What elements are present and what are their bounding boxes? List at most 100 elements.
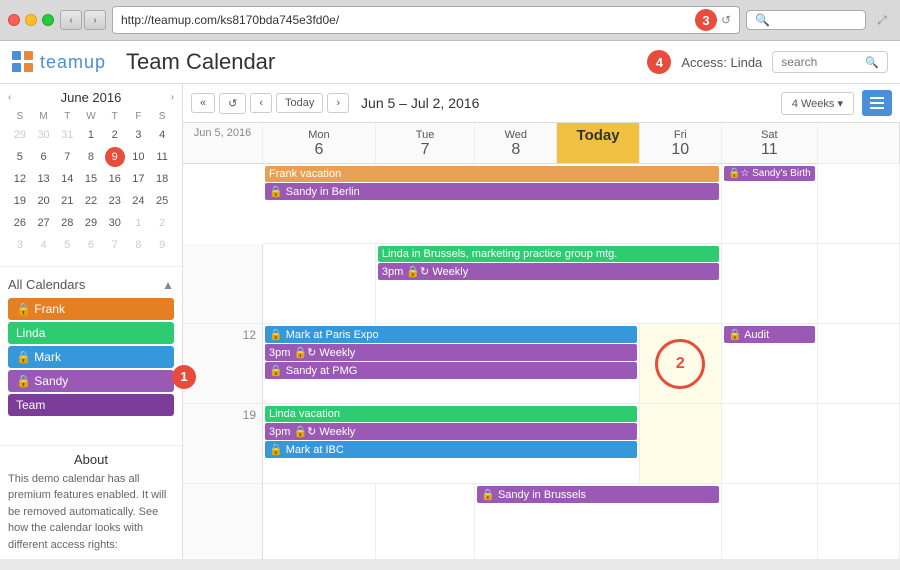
address-bar[interactable]: http://teamup.com/ks8170bda745e3fd0e/ 3 … [112,6,740,34]
day-cell-mon-3b[interactable] [263,484,376,559]
today-button[interactable]: Today [276,93,323,113]
day-cell-mon-3[interactable]: Linda vacation 3pm 🔒↻ Weekly 🔒 Mark at I… [263,404,640,484]
event-weekly-1[interactable]: 3pm 🔒↻ Weekly [378,263,719,280]
mini-cal-day[interactable]: 2 [105,125,125,145]
mini-cal-day[interactable]: 14 [57,169,77,189]
mini-cal-day[interactable]: 5 [57,235,77,255]
mini-cal-day[interactable]: 2 [152,213,172,233]
browser-search[interactable]: 🔍 [746,10,866,30]
fullscreen-button[interactable]: ⤢ [872,10,892,30]
mini-cal-day[interactable]: 21 [57,191,77,211]
nav-refresh-button[interactable]: ↺ [219,93,246,114]
day-cell-today-2[interactable]: 2 [640,324,722,404]
mini-cal-next[interactable]: › [171,92,174,103]
mini-cal-day[interactable]: 8 [128,235,148,255]
day-cell-mon-2[interactable]: 🔒 Mark at Paris Expo 3pm 🔒↻ Weekly 🔒 San… [263,324,640,404]
event-weekly-3[interactable]: 3pm 🔒↻ Weekly [265,423,637,440]
mini-cal-day[interactable]: 13 [34,169,54,189]
mini-cal-day[interactable]: 28 [57,213,77,233]
mini-cal-day[interactable]: 7 [57,147,77,167]
day-cell-tue-1b[interactable]: Linda in Brussels, marketing practice gr… [376,244,722,324]
day-cell-tue-3b[interactable] [376,484,475,559]
calendar-item-frank[interactable]: 🔒 Frank [8,298,174,320]
mini-cal-day[interactable]: 22 [81,191,101,211]
mini-cal-day[interactable]: 12 [10,169,30,189]
mini-cal-prev[interactable]: ‹ [8,92,11,103]
day-cell-wed-3b[interactable]: 🔒 Sandy in Brussels [475,484,722,559]
event-frank-vacation[interactable]: Frank vacation [265,166,719,182]
mini-cal-day[interactable]: 5 [10,147,30,167]
nav-next-button[interactable]: › [327,93,349,113]
mini-cal-day[interactable]: 15 [81,169,101,189]
day-cell-fri-2[interactable]: 🔒 Audit [722,324,818,404]
event-weekly-2[interactable]: 3pm 🔒↻ Weekly [265,344,637,361]
event-linda-vacation[interactable]: Linda vacation [265,406,637,422]
mini-cal-day[interactable]: 29 [81,213,101,233]
nav-prev-prev-button[interactable]: « [191,93,215,113]
day-cell-fri-1b[interactable] [722,244,818,324]
mini-cal-day[interactable]: 17 [128,169,148,189]
search-box[interactable]: 🔍 [772,51,888,73]
back-button[interactable]: ‹ [60,10,82,30]
event-linda-brussels[interactable]: Linda in Brussels, marketing practice gr… [378,246,719,262]
mini-cal-day[interactable]: 24 [128,191,148,211]
event-sandy-berlin[interactable]: 🔒 Sandy in Berlin [265,183,719,200]
mini-cal-day[interactable]: 10 [128,147,148,167]
calendar-item-mark[interactable]: 🔒 Mark [8,346,174,368]
calendar-item-linda[interactable]: Linda [8,322,174,344]
mini-cal-day[interactable]: 26 [10,213,30,233]
day-cell-sat-1b[interactable] [818,244,900,324]
mini-cal-day[interactable]: 3 [128,125,148,145]
day-cell-sat-3[interactable] [818,404,900,484]
mini-cal-day[interactable]: 8 [81,147,101,167]
mini-cal-day[interactable]: 31 [57,125,77,145]
event-sandy-brussels-2[interactable]: 🔒 Sandy in Brussels [477,486,719,503]
mini-cal-day[interactable]: 3 [10,235,30,255]
close-button[interactable] [8,14,20,26]
day-cell-fri-3b[interactable] [722,484,818,559]
mini-cal-day[interactable]: 29 [10,125,30,145]
day-cell-mon-1[interactable]: Frank vacation 🔒 Sandy in Berlin [263,164,722,244]
day-cell-sat-3b[interactable] [818,484,900,559]
hamburger-menu-button[interactable] [862,90,892,116]
event-mark-ibc[interactable]: 🔒 Mark at IBC [265,441,637,458]
mini-cal-day[interactable]: 7 [105,235,125,255]
mini-cal-day[interactable]: 1 [81,125,101,145]
event-sandy-pmg[interactable]: 🔒 Sandy at PMG [265,362,637,379]
mini-cal-day[interactable]: 20 [34,191,54,211]
mini-cal-day[interactable]: 6 [34,147,54,167]
mini-cal-day[interactable]: 25 [152,191,172,211]
collapse-calendars-button[interactable]: ▲ [162,278,174,292]
day-cell-fri-1[interactable]: 🔒☆ Sandy's Birth [722,164,818,244]
minimize-button[interactable] [25,14,37,26]
search-input[interactable] [781,55,861,69]
mini-cal-day[interactable]: 16 [105,169,125,189]
mini-cal-today[interactable]: 9 [105,147,125,167]
browser-search-input[interactable] [770,14,850,26]
day-cell-today-3[interactable] [640,404,722,484]
mini-cal-day[interactable]: 18 [152,169,172,189]
mini-cal-day[interactable]: 4 [34,235,54,255]
event-sandys-birthday[interactable]: 🔒☆ Sandy's Birth [724,166,815,181]
maximize-button[interactable] [42,14,54,26]
mini-cal-day[interactable]: 6 [81,235,101,255]
mini-cal-day[interactable]: 11 [152,147,172,167]
event-mark-paris[interactable]: 🔒 Mark at Paris Expo [265,326,637,343]
mini-cal-day[interactable]: 30 [105,213,125,233]
calendar-item-sandy[interactable]: 🔒 Sandy [8,370,174,392]
day-cell-sat-1[interactable] [818,164,900,244]
mini-cal-day[interactable]: 30 [34,125,54,145]
4weeks-view-button[interactable]: 4 Weeks ▾ [782,93,853,114]
mini-cal-day[interactable]: 23 [105,191,125,211]
mini-cal-day[interactable]: 4 [152,125,172,145]
mini-cal-day[interactable]: 9 [152,235,172,255]
mini-cal-day[interactable]: 19 [10,191,30,211]
calendar-item-team[interactable]: Team [8,394,174,416]
event-audit[interactable]: 🔒 Audit [724,326,815,343]
reload-button[interactable]: ↺ [721,13,731,27]
forward-button[interactable]: › [84,10,106,30]
mini-cal-day[interactable]: 1 [128,213,148,233]
day-cell-mon-1b[interactable] [263,244,376,324]
mini-cal-day[interactable]: 27 [34,213,54,233]
nav-prev-button[interactable]: ‹ [250,93,272,113]
